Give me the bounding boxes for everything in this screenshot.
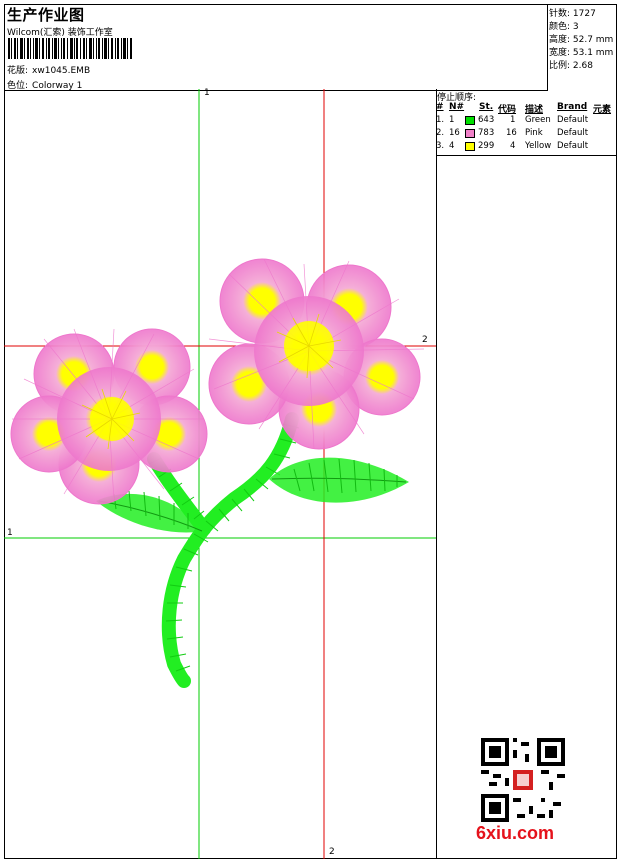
stats-panel: 针数: 1727 颜色: 3 高度: 52.7 mm 宽度: 53.1 mm 比… [547, 4, 617, 90]
row-stitches: 783 [478, 128, 495, 138]
col-needle: N# [449, 102, 465, 112]
col-code: 代码 [498, 105, 517, 115]
color-count: 颜色: 3 [549, 22, 579, 32]
stitch-count: 针数: 1727 [549, 9, 596, 19]
row-code: 4 [510, 141, 516, 151]
watermark-logo: 6xiu.com [476, 823, 555, 843]
row-needle: 1 [449, 115, 455, 125]
row-brand: Default [557, 115, 589, 125]
design-canvas: 1 2 1 2 [4, 88, 437, 859]
row-needle: 4 [449, 141, 455, 151]
design-ratio: 比例: 2.68 [549, 61, 593, 71]
qr-code [481, 738, 565, 822]
table-row: 1. 1 643 1 Green Default [436, 115, 617, 127]
page-title: 生产作业图 [7, 6, 85, 24]
col-brand: Brand [557, 102, 588, 112]
color-swatch [465, 116, 475, 125]
row-brand: Default [557, 141, 589, 151]
col-index: # [436, 102, 444, 112]
table-row: 3. 4 299 4 Yellow Default [436, 141, 617, 153]
row-code: 16 [506, 128, 517, 138]
row-description: Pink [525, 128, 543, 138]
row-index: 1. [436, 115, 445, 125]
design-file: xw1045.EMB [32, 66, 91, 76]
col-stitches: St. [479, 102, 494, 112]
row-needle: 16 [449, 128, 460, 138]
design-label: 花版: [7, 66, 29, 76]
company-name: Wilcom(汇索) 装饰工作室 [7, 28, 113, 38]
guide-label-right: 2 [422, 335, 428, 345]
guide-label-top: 1 [204, 88, 210, 98]
color-swatch [465, 142, 475, 151]
row-stitches: 299 [478, 141, 495, 151]
row-code: 1 [510, 115, 516, 125]
col-description: 描述 [525, 105, 544, 115]
stop-sequence-panel: 停止顺序: # N# St. 代码 描述 Brand 元素 1. 1 643 1… [436, 89, 617, 156]
row-description: Green [525, 115, 551, 125]
design-height: 高度: 52.7 mm [549, 35, 614, 45]
table-row: 2. 16 783 16 Pink Default [436, 128, 617, 140]
row-index: 2. [436, 128, 445, 138]
row-index: 3. [436, 141, 445, 151]
col-element: 元素 [593, 105, 612, 115]
row-stitches: 643 [478, 115, 495, 125]
guide-label-left: 1 [7, 528, 13, 538]
row-description: Yellow [525, 141, 552, 151]
flower-left [10, 328, 208, 505]
color-swatch [465, 129, 475, 138]
flower-right [208, 258, 425, 450]
barcode [8, 38, 132, 59]
design-file-row: 花版: xw1045.EMB [7, 63, 90, 76]
leaf-right [269, 457, 409, 503]
row-brand: Default [557, 128, 589, 138]
design-width: 宽度: 53.1 mm [549, 48, 614, 58]
embroidery-drawing [4, 89, 436, 859]
guide-label-bottom: 2 [329, 847, 335, 857]
header-panel: 生产作业图 Wilcom(汇索) 装饰工作室 花版: xw1045.EMB 色位:… [4, 4, 548, 91]
